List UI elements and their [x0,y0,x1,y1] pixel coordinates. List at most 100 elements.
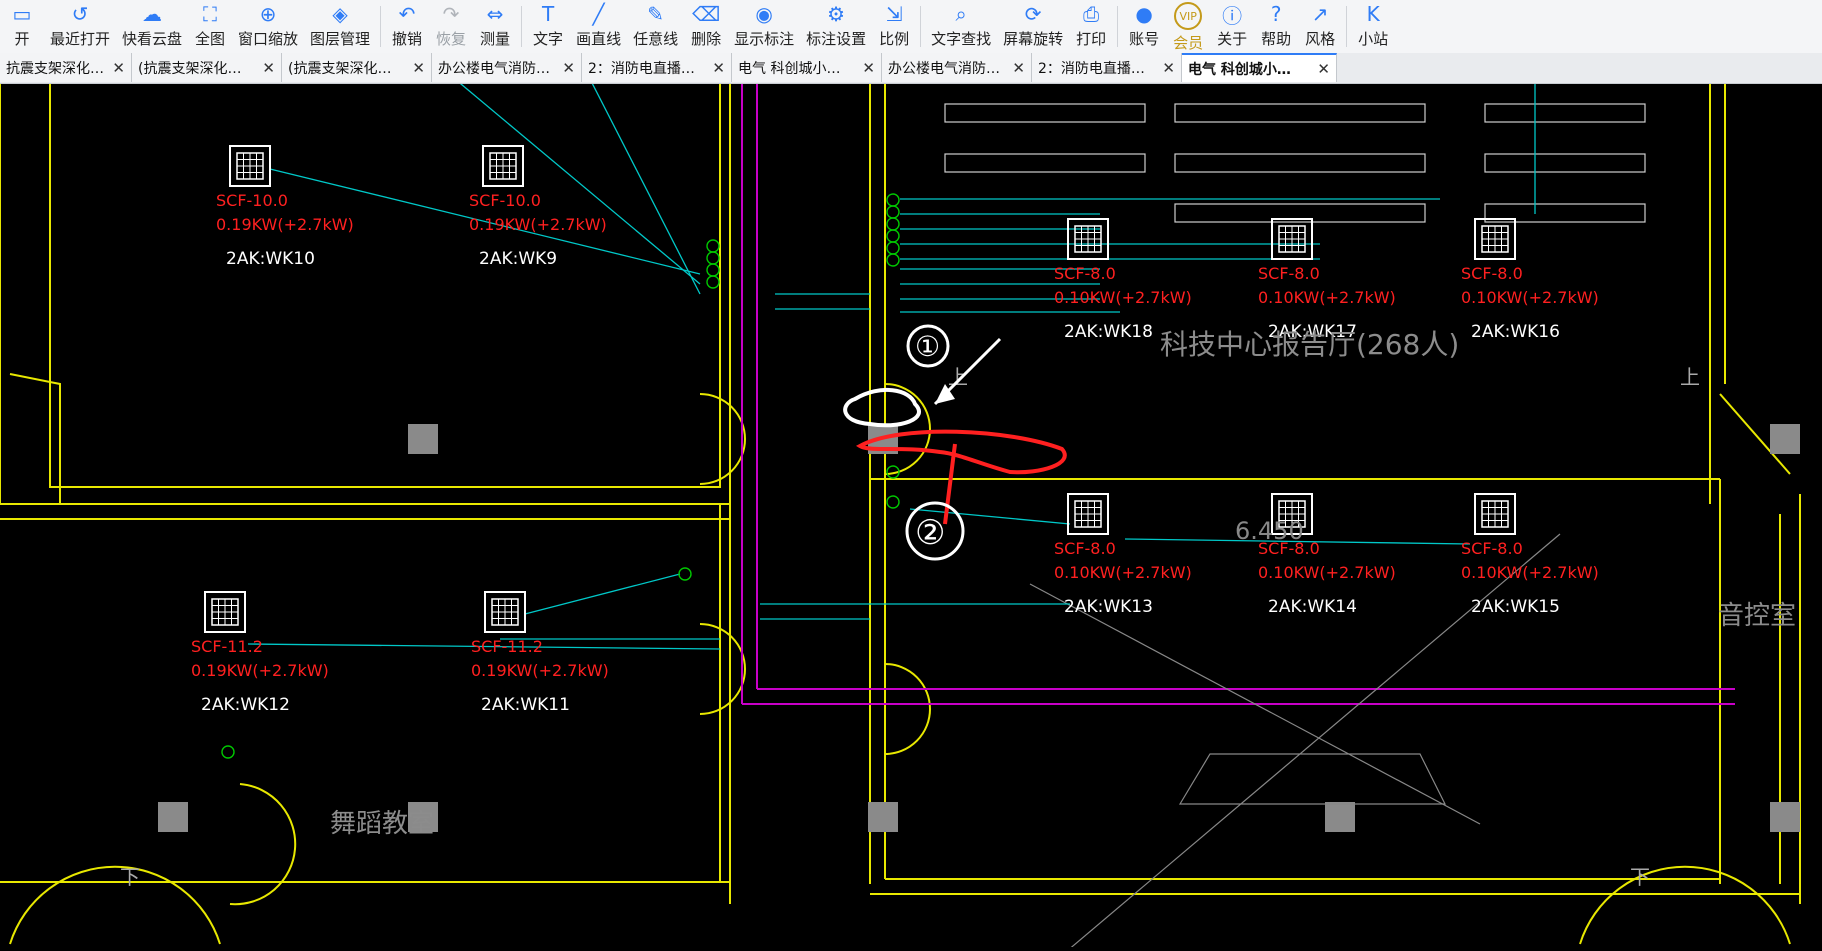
ac-unit[interactable] [1067,493,1109,535]
print-button[interactable]: ⎙ 打印 [1069,0,1113,53]
elevation-label: 6.450 [1235,517,1304,545]
room-label-control: 音控室 [1718,601,1796,631]
history-button[interactable]: ↺ 最近打开 [44,0,116,53]
text-search-button[interactable]: ⌕ 文字查找 [925,0,997,53]
stair-down-right: 下 [1630,865,1650,889]
tab-label: 办公楼电气消防… [888,60,1000,77]
document-tab[interactable]: 办公楼电气消防… ✕ [882,53,1032,82]
cloud-button[interactable]: ☁ 快看云盘 [116,0,188,53]
rotate-screen-icon: ⟳ [1024,2,1042,26]
cad-drawing-canvas[interactable]: SCF-10.0 0.19KW(+2.7kW) 2AK:WK10 SCF-10.0 0.… [0,78,1822,951]
wall-lines [0,78,1801,945]
undo-icon: ↶ [398,2,416,26]
eraser-icon: ⌫ [691,2,721,26]
info-icon: ⓘ [1222,3,1243,28]
unit-spec: SCF-11.2 [191,637,263,656]
close-icon[interactable]: ✕ [262,59,275,77]
close-icon[interactable]: ✕ [712,59,725,77]
cad-drawing[interactable]: SCF-10.0 0.19KW(+2.7kW) 2AK:WK10 SCF-10.0 0.… [0,78,1822,951]
document-tab[interactable]: 电气 科创城小… ✕ [1182,53,1337,82]
close-icon[interactable]: ✕ [1162,59,1175,77]
unit-spec: SCF-8.0 [1258,264,1320,283]
unit-power: 0.10KW(+2.7kW) [1258,563,1396,582]
ac-unit[interactable] [1474,218,1516,260]
tab-label: 2：消防电直播… [588,60,695,77]
ac-unit[interactable] [1271,218,1313,260]
text-button[interactable]: T 文字 [526,0,570,53]
toolbar-label: 窗口缩放 [238,30,299,48]
close-icon[interactable]: ✕ [1317,60,1330,78]
ac-unit[interactable] [482,145,524,187]
toolbar-label: 最近打开 [50,30,111,48]
document-tab-bar: 抗震支架深化… ✕ (抗震支架深化… ✕ (抗震支架深化… ✕ 办公楼电气消防… ✕ 2：消防电… [0,53,1822,84]
close-icon[interactable]: ✕ [412,59,425,77]
close-icon[interactable]: ✕ [862,59,875,77]
document-tab[interactable]: 抗震支架深化… ✕ [0,53,132,82]
toolbar-label: 文字 [533,30,564,48]
close-icon[interactable]: ✕ [1012,59,1025,77]
rotate-screen-button[interactable]: ⟳ 屏幕旋转 [997,0,1069,53]
document-tab[interactable]: 办公楼电气消防… ✕ [432,53,582,82]
room-label-center: 科技中心报告厅(268人) [1160,328,1459,361]
toolbar-separator [920,6,922,47]
stair-down-left: 下 [120,865,140,889]
toolbar-label: 账号 [1129,30,1160,48]
document-tab[interactable]: 2：消防电直播… ✕ [582,53,732,82]
unit-tag: 2AK:WK14 [1268,597,1357,617]
toolbar-label: 任意线 [633,30,679,48]
info-button[interactable]: ⓘ 关于 [1210,0,1254,53]
ac-unit[interactable] [1474,493,1516,535]
ac-unit[interactable] [204,591,246,633]
toolbar-label: 屏幕旋转 [1003,30,1064,48]
tab-label: 办公楼电气消防… [438,60,550,77]
open-button[interactable]: ▭ 开 [0,0,44,53]
toolbar-label: 删除 [691,30,722,48]
unit-tag: 2AK:WK16 [1471,322,1560,342]
annotation-settings-button[interactable]: ⚙ 标注设置 [800,0,872,53]
ac-unit[interactable] [484,591,526,633]
unit-spec: SCF-8.0 [1461,539,1523,558]
toolbar-label: 小站 [1358,30,1389,48]
toolbar-label: 风格 [1305,30,1336,48]
unit-power: 0.10KW(+2.7kW) [1258,288,1396,307]
scale-button[interactable]: ⇲ 比例 [872,0,916,53]
toolbar-label: 比例 [879,30,910,48]
toolbar-label: 会员 [1173,34,1204,52]
document-tab[interactable]: 2：消防电直播… ✕ [1032,53,1182,82]
ac-unit[interactable] [1067,218,1109,260]
toolbar-label: 恢复 [436,30,467,48]
toolbar-separator [521,6,523,47]
history-icon: ↺ [71,2,89,26]
close-icon[interactable]: ✕ [562,59,575,77]
user-icon: ● [1135,2,1153,26]
line-button[interactable]: ╱ 画直线 [570,0,627,53]
k-button[interactable]: K 小站 [1351,0,1395,53]
toolbar-label: 显示标注 [734,30,795,48]
layers-button[interactable]: ◈ 图层管理 [304,0,376,53]
vip-button[interactable]: VIP 会员 [1166,0,1210,53]
user-button[interactable]: ● 账号 [1122,0,1166,53]
redo-button[interactable]: ↷ 恢复 [429,0,473,53]
style-button[interactable]: ↗ 风格 [1298,0,1342,53]
close-icon[interactable]: ✕ [112,59,125,77]
eraser-button[interactable]: ⌫ 删除 [684,0,728,53]
window-zoom-button[interactable]: ⊕ 窗口缩放 [232,0,304,53]
open-icon: ▭ [12,2,32,26]
measure-button[interactable]: ⇔ 测量 [473,0,517,53]
document-tab[interactable]: (抗震支架深化… ✕ [282,53,432,82]
pen-icon: ✎ [647,2,664,26]
annotation-settings-icon: ⚙ [827,2,846,26]
layers-icon: ◈ [332,2,348,26]
structure-columns [158,424,1800,832]
fit-all-button[interactable]: ⛶ 全图 [188,0,232,53]
unit-tag: 2AK:WK13 [1064,597,1153,617]
line-icon: ╱ [592,2,605,26]
undo-button[interactable]: ↶ 撤销 [385,0,429,53]
ac-unit[interactable] [229,145,271,187]
pen-button[interactable]: ✎ 任意线 [627,0,684,53]
document-tab[interactable]: (抗震支架深化… ✕ [132,53,282,82]
help-button[interactable]: ? 帮助 [1254,0,1298,53]
eye-button[interactable]: ◉ 显示标注 [728,0,800,53]
mark-two: ② [915,513,945,553]
document-tab[interactable]: 电气 科创城小… ✕ [732,53,882,82]
